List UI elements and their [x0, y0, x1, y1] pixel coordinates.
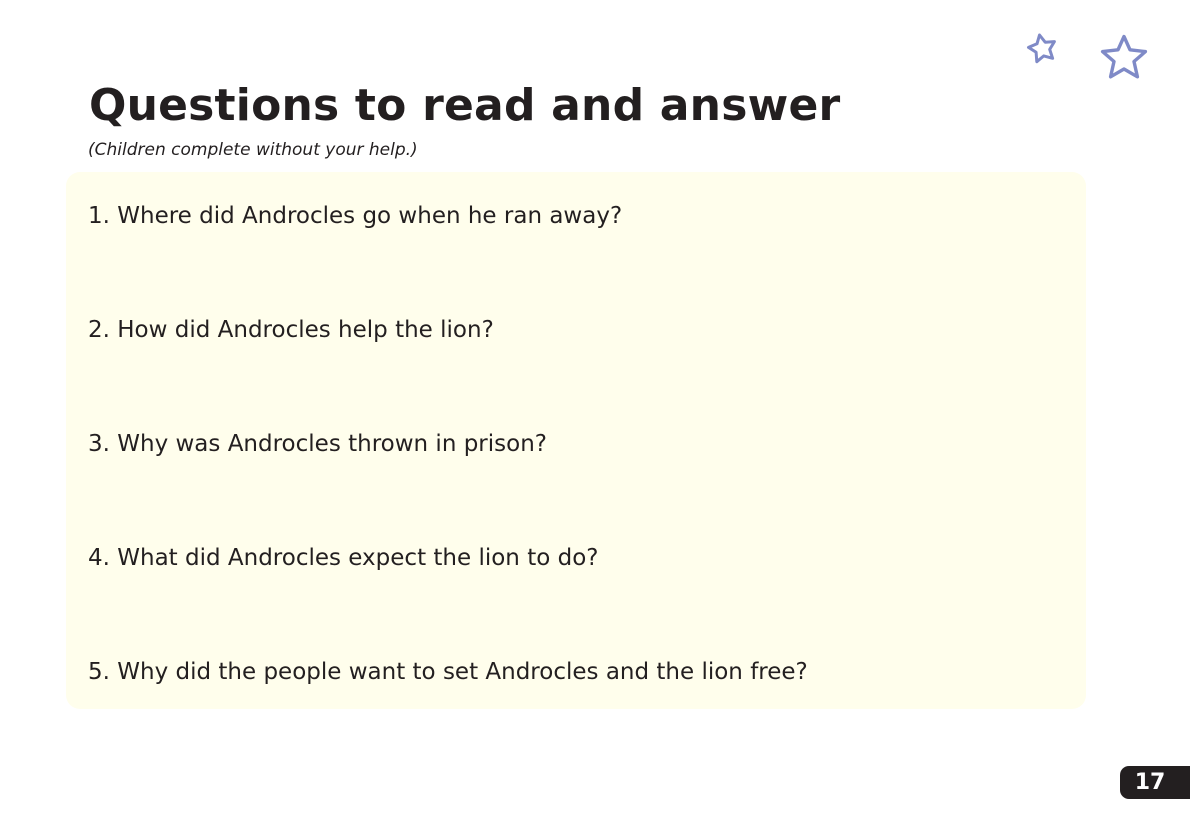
- question-1: 1. Where did Androcles go when he ran aw…: [88, 203, 623, 229]
- question-4: 4. What did Androcles expect the lion to…: [88, 545, 599, 571]
- question-2: 2. How did Androcles help the lion?: [88, 317, 494, 343]
- question-panel: 1. Where did Androcles go when he ran aw…: [66, 172, 1086, 709]
- question-3: 3. Why was Androcles thrown in prison?: [88, 431, 547, 457]
- small-star-icon: [1027, 33, 1056, 64]
- instruction-note: (Children complete without your help.): [88, 140, 418, 160]
- question-5: 5. Why did the people want to set Androc…: [88, 659, 808, 685]
- page-number-badge: 17: [1120, 766, 1190, 799]
- large-star-icon: [1100, 34, 1148, 79]
- page-title: Questions to read and answer: [89, 80, 841, 131]
